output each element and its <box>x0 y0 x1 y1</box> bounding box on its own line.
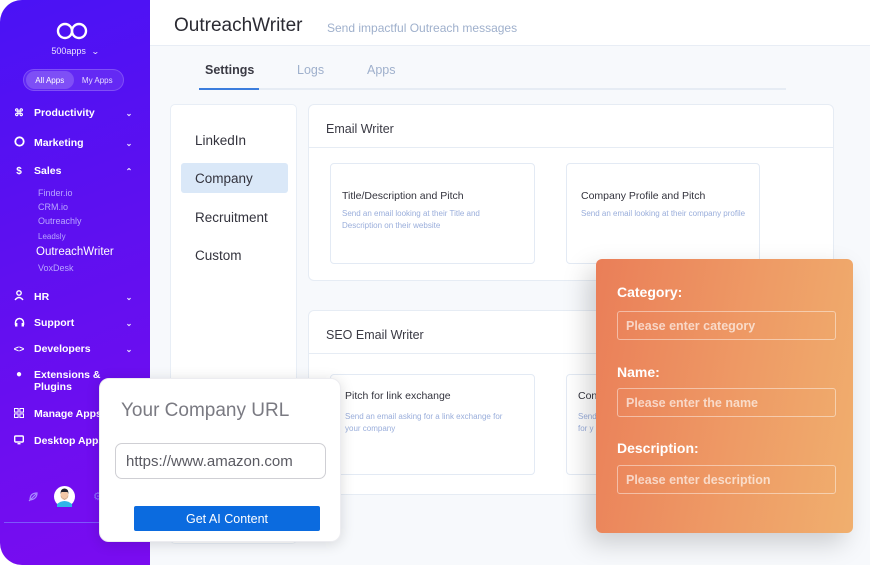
sales-app-finder[interactable]: Finder.io <box>38 188 73 198</box>
company-url-input[interactable]: https://www.amazon.com <box>115 443 326 479</box>
toggle-my-apps[interactable]: My Apps <box>74 71 122 89</box>
brand-switcher[interactable]: 500apps ⌄ <box>0 46 150 56</box>
grid-icon <box>13 407 25 421</box>
card-title: Company Profile and Pitch <box>581 190 706 202</box>
category-custom[interactable]: Custom <box>181 240 288 270</box>
chevron-up-icon: ⌃ <box>125 166 133 176</box>
description-input[interactable]: Please enter description <box>617 465 836 494</box>
category-input[interactable]: Please enter category <box>617 311 836 340</box>
monitor-icon <box>13 434 25 448</box>
chevron-down-icon: ⌄ <box>125 292 133 302</box>
nav-productivity[interactable]: ⌘ Productivity ⌄ <box>0 104 150 122</box>
chevron-down-icon: ⌄ <box>90 47 100 56</box>
nav-label: Extensions & Plugins <box>34 369 101 393</box>
card-title: Pitch for link exchange <box>345 390 451 402</box>
category-linkedin[interactable]: LinkedIn <box>181 125 288 155</box>
category-label: Category: <box>617 284 683 300</box>
name-input[interactable]: Please enter the name <box>617 388 836 417</box>
chevron-down-icon: ⌄ <box>125 318 133 328</box>
avatar[interactable] <box>54 486 75 512</box>
brand-name: 500apps <box>51 46 86 56</box>
template-card[interactable]: Title/Description and Pitch Send an emai… <box>330 163 535 264</box>
sidebar-divider <box>4 522 100 523</box>
template-card[interactable]: Company Profile and Pitch Send an email … <box>566 163 760 264</box>
command-icon: ⌘ <box>14 107 24 119</box>
apps-toggle: All Apps My Apps <box>23 69 124 91</box>
card-description: Send an email asking for a link exchange… <box>345 412 503 433</box>
puzzle-icon: ● <box>15 369 23 380</box>
tab-settings[interactable]: Settings <box>205 63 254 77</box>
tabs-divider <box>199 88 786 90</box>
nav-developers[interactable]: <> Developers ⌄ <box>0 340 150 358</box>
sales-app-leadsly[interactable]: Leadsly <box>38 232 66 241</box>
nav-marketing[interactable]: Marketing ⌄ <box>0 134 150 152</box>
nav-label: Productivity <box>34 107 95 119</box>
nav-label: Marketing <box>34 137 84 149</box>
section-email-writer: Email Writer Title/Description and Pitch… <box>308 104 834 281</box>
app-root: 500apps ⌄ All Apps My Apps ⌘ Productivity… <box>0 0 870 565</box>
user-icon <box>13 290 25 304</box>
sales-app-outreachwriter[interactable]: OutreachWriter <box>36 246 114 258</box>
card-description: Send an email looking at their Title and… <box>342 209 480 230</box>
nav-label: Developers <box>34 343 91 355</box>
section-title: Email Writer <box>326 122 394 136</box>
template-card[interactable]: Pitch for link exchange Send an email as… <box>330 374 535 475</box>
chevron-down-icon: ⌄ <box>125 138 133 148</box>
nav-label: Sales <box>34 165 62 177</box>
sales-app-voxdesk[interactable]: VoxDesk <box>38 263 74 273</box>
code-icon: <> <box>13 344 25 354</box>
sales-app-outreachly[interactable]: Outreachly <box>38 216 82 226</box>
nav-hr[interactable]: HR ⌄ <box>0 288 150 306</box>
section-title: SEO Email Writer <box>326 328 424 342</box>
sales-app-crm[interactable]: CRM.io <box>38 202 68 212</box>
lifebuoy-icon <box>13 136 25 150</box>
company-url-popup: Your Company URL https://www.amazon.com … <box>99 378 341 542</box>
toggle-all-apps[interactable]: All Apps <box>26 71 74 89</box>
section-divider <box>309 147 833 148</box>
500apps-logo-icon[interactable] <box>56 22 88 40</box>
chevron-down-icon: ⌄ <box>125 344 133 354</box>
dollar-icon: $ <box>16 165 22 177</box>
feather-icon[interactable] <box>27 490 39 508</box>
chevron-down-icon: ⌄ <box>125 108 133 118</box>
nav-label: HR <box>34 291 50 303</box>
nav-support[interactable]: Support ⌄ <box>0 314 150 332</box>
get-ai-content-button[interactable]: Get AI Content <box>134 506 320 531</box>
category-company[interactable]: Company <box>181 163 288 193</box>
nav-label: Support <box>34 317 75 329</box>
card-description: Send an email looking at their company p… <box>581 209 746 218</box>
name-label: Name: <box>617 364 660 380</box>
card-title: Title/Description and Pitch <box>342 190 464 202</box>
headphones-icon <box>13 317 25 330</box>
url-popup-title: Your Company URL <box>121 400 290 421</box>
active-tab-indicator <box>199 88 259 90</box>
tab-apps[interactable]: Apps <box>367 63 396 77</box>
nav-sales[interactable]: $ Sales ⌃ <box>0 162 150 180</box>
page-title: OutreachWriter <box>174 15 303 36</box>
tab-logs[interactable]: Logs <box>297 63 324 77</box>
template-form-panel: Category: Please enter category Name: Pl… <box>596 259 853 533</box>
category-recruitment[interactable]: Recruitment <box>181 202 288 232</box>
description-label: Description: <box>617 440 699 456</box>
page-subtitle: Send impactful Outreach messages <box>327 21 518 35</box>
card-title: Con <box>578 390 598 402</box>
